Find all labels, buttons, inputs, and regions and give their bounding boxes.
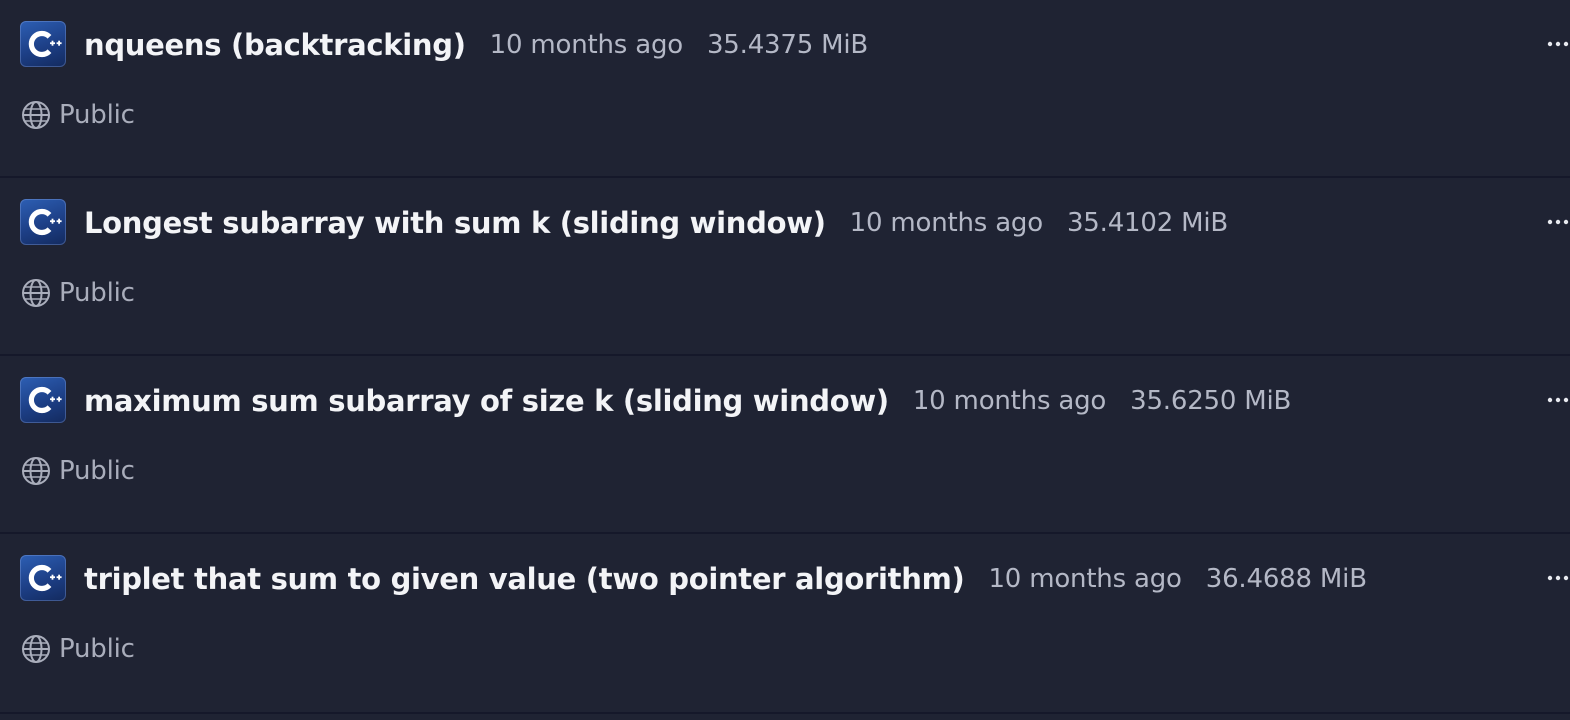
more-options-icon[interactable] [1546, 386, 1570, 414]
snippet-size: 35.4102 MiB [1066, 208, 1229, 238]
cpp-icon [20, 555, 66, 601]
globe-icon [22, 279, 50, 307]
snippet-size: 35.4375 MiB [706, 30, 869, 60]
snippet-title[interactable]: Longest subarray with sum k (sliding win… [84, 206, 826, 240]
visibility-label: Public [59, 456, 135, 486]
list-item: Longest subarray with sum k (sliding win… [0, 178, 1570, 356]
cpp-icon [20, 377, 66, 423]
cpp-icon [20, 21, 66, 67]
globe-icon [22, 635, 50, 663]
snippet-header: nqueens (backtracking) 10 months ago 35.… [84, 24, 868, 66]
snippet-title[interactable]: maximum sum subarray of size k (sliding … [84, 384, 889, 418]
visibility-badge: Public [20, 274, 135, 312]
cpp-icon [20, 199, 66, 245]
snippet-age: 10 months ago [988, 564, 1182, 594]
more-options-icon[interactable] [1546, 30, 1570, 58]
more-options-icon[interactable] [1546, 208, 1570, 236]
visibility-badge: Public [20, 630, 135, 668]
snippet-size: 36.4688 MiB [1205, 564, 1367, 594]
snippet-age: 10 months ago [489, 30, 683, 60]
snippet-size: 35.6250 MiB [1130, 386, 1292, 416]
snippet-age: 10 months ago [912, 386, 1107, 416]
visibility-label: Public [59, 100, 135, 130]
list-item: triplet that sum to given value (two poi… [0, 534, 1570, 714]
snippet-age: 10 months ago [849, 208, 1043, 238]
snippet-header: Longest subarray with sum k (sliding win… [84, 202, 1228, 244]
globe-icon [22, 101, 50, 129]
snippet-header: maximum sum subarray of size k (sliding … [84, 380, 1291, 422]
list-item: nqueens (backtracking) 10 months ago 35.… [0, 0, 1570, 178]
more-options-icon[interactable] [1546, 564, 1570, 592]
snippet-list: nqueens (backtracking) 10 months ago 35.… [0, 0, 1570, 720]
snippet-title[interactable]: triplet that sum to given value (two poi… [84, 562, 965, 596]
globe-icon [22, 457, 50, 485]
snippet-title[interactable]: nqueens (backtracking) [84, 28, 466, 62]
visibility-badge: Public [20, 452, 135, 490]
list-item: maximum sum subarray of size k (sliding … [0, 356, 1570, 534]
snippet-header: triplet that sum to given value (two poi… [84, 558, 1367, 600]
visibility-label: Public [59, 634, 135, 664]
visibility-label: Public [59, 278, 135, 308]
visibility-badge: Public [20, 96, 135, 134]
